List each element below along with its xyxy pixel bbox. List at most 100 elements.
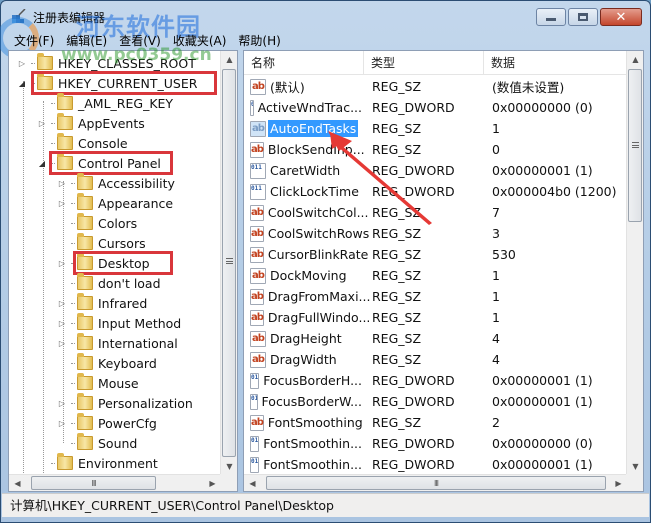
tree-item[interactable]: ◢ Control Panel [37,153,161,173]
string-value-icon: ab [250,309,264,326]
value-type-cell: REG_SZ [372,247,422,262]
expand-arrow-icon[interactable]: ▷ [57,338,67,348]
menu-bar: 文件(F) 编辑(E) 查看(V) 收藏夹(A) 帮助(H) [8,31,287,50]
registry-value-row[interactable]: 011 110 ClickLockTime REG_DWORD 0x000004b0 … [244,181,628,202]
scroll-corner [220,474,237,491]
tree-item[interactable]: ▷ Personalization [57,393,193,413]
value-type-cell: REG_SZ [372,268,422,283]
scroll-up-icon[interactable]: ▲ [221,51,237,68]
tree-item[interactable]: Keyboard [57,353,157,373]
tree-guide-line [23,81,24,475]
registry-value-row[interactable]: ab (默认) REG_SZ (数值未设置) [244,76,628,97]
grip-icon [632,142,639,148]
registry-value-row[interactable]: ab DragWidth REG_SZ 4 [244,349,628,370]
expand-arrow-icon[interactable]: ▷ [37,118,47,128]
tree-item[interactable]: ▷ HKEY_CLASSES_ROOT [17,53,196,73]
collapse-arrow-icon[interactable]: ◢ [17,78,27,88]
registry-value-row[interactable]: 011 110 CaretWidth REG_DWORD 0x00000001 (1) [244,160,628,181]
tree-item[interactable]: Sound [57,433,137,453]
registry-value-row[interactable]: ab DragFromMaxi... REG_SZ 1 [244,286,628,307]
tree-horizontal-scrollbar[interactable]: ◀ III ▶ [9,474,222,491]
value-name-cell: ab DockMoving [244,267,364,284]
tree-item[interactable]: ▷ AppEvents [37,113,145,133]
expand-arrow-icon[interactable]: ▷ [57,318,67,328]
value-name: CaretWidth [270,163,341,178]
scroll-up-icon[interactable]: ▲ [627,51,643,68]
expand-arrow-icon[interactable]: ▷ [57,198,67,208]
column-header-data[interactable]: 数据 [484,51,628,75]
tree-item[interactable]: ▷ Input Method [57,313,181,333]
column-header-type[interactable]: 类型 [364,51,484,75]
tree-item[interactable]: ▷ Desktop [57,253,150,273]
menu-view[interactable]: 查看(V) [113,31,167,50]
scroll-right-icon[interactable]: ▶ [204,475,221,491]
expand-arrow-icon[interactable]: ▷ [57,418,67,428]
list-hscroll-thumb[interactable]: III [266,476,606,490]
tree-item[interactable]: Mouse [57,373,139,393]
value-data-cell: 0x00000001 (1) [492,394,593,409]
folder-icon [77,373,93,390]
registry-value-row[interactable]: ab CoolSwitchCol... REG_SZ 7 [244,202,628,223]
list-horizontal-scrollbar[interactable]: ◀ III ▶ [244,474,628,491]
registry-value-row[interactable]: ab DockMoving REG_SZ 1 [244,265,628,286]
scroll-right-icon[interactable]: ▶ [610,475,627,491]
minimize-button[interactable] [536,8,566,26]
title-bar[interactable]: 注册表编辑器 河东软件园 ✕ [0,1,650,59]
tree-item[interactable]: ▷ International [57,333,178,353]
registry-value-row[interactable]: 011 110FontSmoothin... REG_DWORD 0x0000000… [244,433,628,454]
value-name: AutoEndTasks [268,120,359,137]
value-data-cell: 0x00000001 (1) [492,163,593,178]
registry-value-row[interactable]: 011 110FocusBorderW... REG_DWORD 0x0000000… [244,391,628,412]
expand-arrow-icon[interactable]: ▷ [57,258,67,268]
tree-connector [71,402,75,404]
registry-value-row[interactable]: ab CoolSwitchRows REG_SZ 3 [244,223,628,244]
scroll-down-icon[interactable]: ▼ [221,458,237,475]
tree-hscroll-thumb[interactable]: III [31,476,156,490]
collapse-arrow-icon[interactable]: ◢ [37,158,47,168]
list-vscroll-thumb[interactable] [628,69,642,222]
tree-item[interactable]: Console [37,133,128,153]
registry-value-row[interactable]: 011 110FontSmoothin... REG_DWORD 0x0000000… [244,454,628,475]
tree-item[interactable]: Cursors [57,233,146,253]
scroll-down-icon[interactable]: ▼ [627,458,643,475]
column-header-name[interactable]: 名称 [244,51,364,75]
tree-item[interactable]: Colors [57,213,137,233]
scroll-left-icon[interactable]: ◀ [9,475,26,491]
menu-file[interactable]: 文件(F) [8,31,60,50]
expand-arrow-icon[interactable]: ▷ [57,298,67,308]
registry-value-row[interactable]: ab DragFullWindo... REG_SZ 1 [244,307,628,328]
tree-vertical-scrollbar[interactable]: ▲ ▼ [220,51,237,475]
folder-icon [77,313,93,330]
registry-value-row[interactable]: ab AutoEndTasks REG_SZ 1 [244,118,628,139]
tree-item[interactable]: ▷ Infrared [57,293,147,313]
registry-value-row[interactable]: ab BlockSendInp... REG_SZ 0 [244,139,628,160]
menu-edit[interactable]: 编辑(E) [60,31,113,50]
menu-help[interactable]: 帮助(H) [232,31,286,50]
tree-item[interactable]: ▷ Appearance [57,193,173,213]
tree-item[interactable]: ▷ Accessibility [57,173,175,193]
expand-arrow-icon[interactable]: ▷ [57,398,67,408]
close-button[interactable]: ✕ [600,8,642,26]
expand-arrow-icon[interactable]: ▷ [57,178,67,188]
registry-value-row[interactable]: 011 110FocusBorderH... REG_DWORD 0x0000000… [244,370,628,391]
registry-value-row[interactable]: ab CursorBlinkRate REG_SZ 530 [244,244,628,265]
tree-item[interactable]: ▷ PowerCfg [57,413,157,433]
tree-item[interactable]: don't load [57,273,161,293]
dword-value-icon: 011 110 [250,372,260,389]
maximize-button[interactable] [568,8,598,26]
registry-value-row[interactable]: 011 110ActiveWndTrac... REG_DWORD 0x000000… [244,97,628,118]
menu-favorites[interactable]: 收藏夹(A) [167,31,233,50]
scroll-left-icon[interactable]: ◀ [244,475,261,491]
value-name-cell: 011 110ActiveWndTrac... [244,99,364,116]
value-name: BlockSendInp... [267,142,365,157]
registry-value-row[interactable]: ab FontSmoothing REG_SZ 2 [244,412,628,433]
values-list-pane: 名称 类型 数据 ab(默认)REG_SZ(数值未设置)011 110Activ… [243,50,644,492]
tree-vscroll-thumb[interactable] [222,69,236,457]
tree-item[interactable]: _AML_REG_KEY [37,93,173,113]
expand-arrow-icon[interactable]: ▷ [17,58,27,68]
list-vertical-scrollbar[interactable]: ▲ ▼ [626,51,643,475]
tree-item[interactable]: ◢ HKEY_CURRENT_USER [17,73,197,93]
value-data-cell: 4 [492,352,500,367]
registry-value-row[interactable]: ab DragHeight REG_SZ 4 [244,328,628,349]
tree-item[interactable]: Environment [37,453,158,473]
